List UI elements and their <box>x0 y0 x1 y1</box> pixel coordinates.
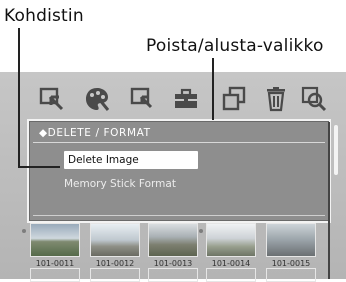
thumbnail[interactable]: 101-0012 <box>90 223 140 268</box>
select-icon[interactable] <box>36 83 68 115</box>
menu-footer-divider <box>33 215 325 216</box>
menu-divider <box>33 142 325 143</box>
thumbnail[interactable]: 101-0014 <box>206 223 256 268</box>
thumbnail-caption: 101-0011 <box>35 259 75 268</box>
thumbnail[interactable]: 101-0011 <box>30 223 80 268</box>
scrollbar-thumb[interactable] <box>334 125 338 175</box>
menu-item-delete-image[interactable]: Delete Image <box>64 151 198 169</box>
zoom-icon[interactable] <box>298 83 330 115</box>
scroll-leader-line <box>328 122 330 279</box>
thumbnail-image[interactable] <box>266 223 316 257</box>
thumbnail-image[interactable] <box>30 223 80 257</box>
thumbnail-row2[interactable] <box>90 268 140 282</box>
cursor-leader-line-horizontal <box>18 166 60 168</box>
menu-title: ◆DELETE / FORMAT <box>39 127 151 139</box>
thumbnail-image[interactable] <box>206 223 256 257</box>
thumbnail-image[interactable] <box>148 223 198 257</box>
thumbnail-image[interactable] <box>90 223 140 257</box>
thumbnail-row2[interactable] <box>148 268 198 282</box>
thumbnail-caption: 101-0015 <box>271 259 311 268</box>
thumb-marker <box>199 229 203 233</box>
cursor-leader-line <box>18 28 20 167</box>
thumbnail-row2[interactable] <box>266 268 316 282</box>
menu-callout-label: Poista/alusta-valikko <box>146 36 324 56</box>
thumbnail-strip: 101-0011 101-0012 101-0013 101-0014 101-… <box>0 221 346 282</box>
scrollbar[interactable] <box>332 119 340 219</box>
cursor-callout-label: Kohdistin <box>4 6 84 26</box>
delete-icon[interactable] <box>260 83 292 115</box>
toolbox-icon[interactable] <box>170 83 202 115</box>
delete-format-menu: ◆DELETE / FORMAT Delete Image Memory Sti… <box>27 119 331 223</box>
thumbnail-row2[interactable] <box>206 268 256 282</box>
thumbnail-row2[interactable] <box>30 268 80 282</box>
thumbnail-caption: 101-0014 <box>211 259 251 268</box>
thumbnail[interactable]: 101-0013 <box>148 223 198 268</box>
menu-leader-line <box>212 58 214 120</box>
thumbnail[interactable]: 101-0015 <box>266 223 316 268</box>
palette-icon[interactable] <box>81 83 113 115</box>
menu-item-memory-stick-format[interactable]: Memory Stick Format <box>64 175 176 193</box>
thumbnail-caption: 101-0013 <box>153 259 193 268</box>
camera-screen: ◆DELETE / FORMAT Delete Image Memory Sti… <box>0 72 346 282</box>
copy-icon[interactable] <box>218 83 250 115</box>
thumb-marker <box>22 229 26 233</box>
thumbnail-caption: 101-0012 <box>95 259 135 268</box>
select-zoom-icon[interactable] <box>126 83 158 115</box>
toolbar <box>36 83 332 117</box>
